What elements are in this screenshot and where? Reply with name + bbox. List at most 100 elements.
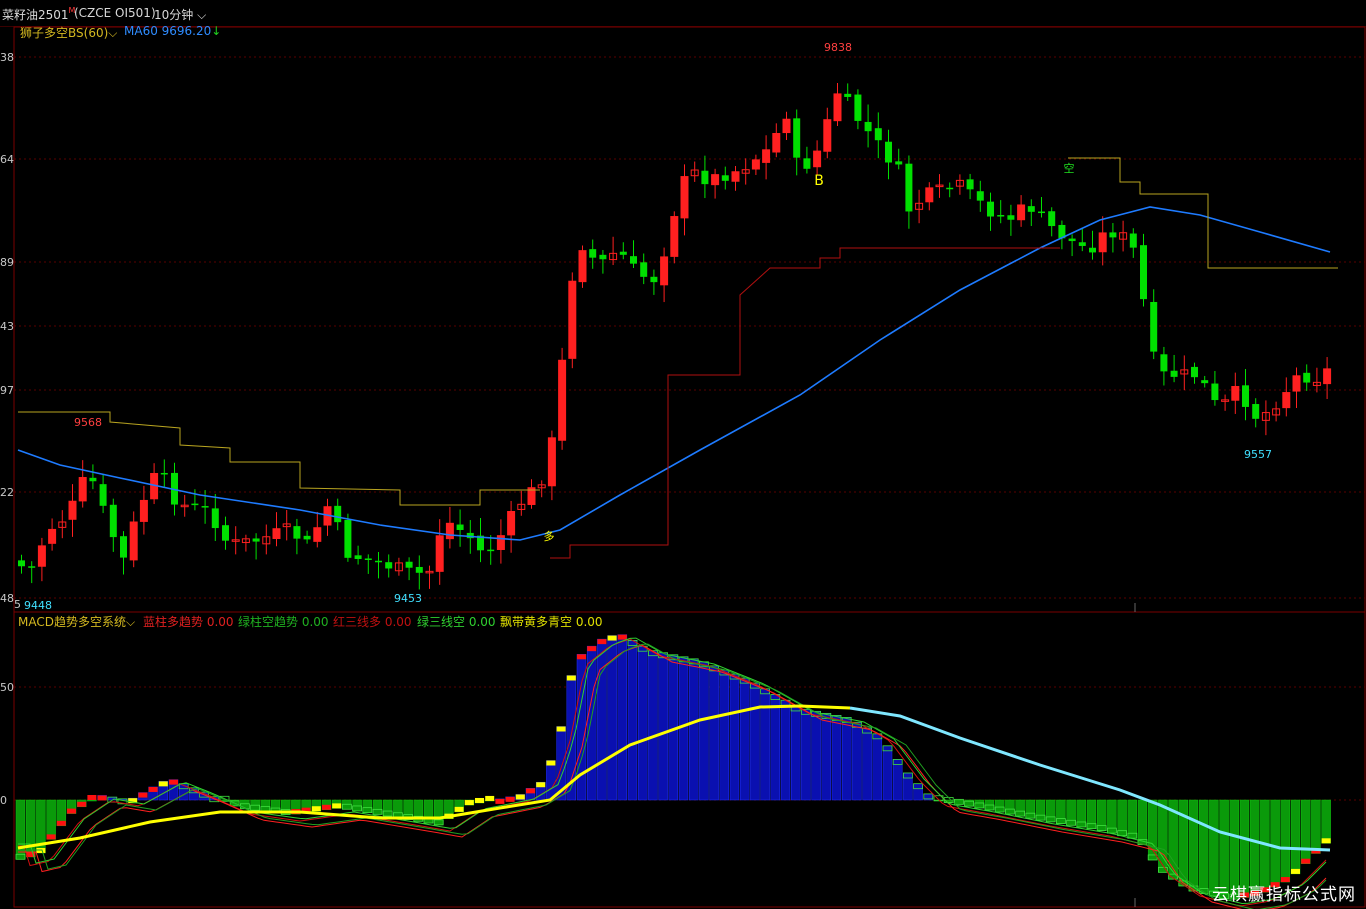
macd-bar [739, 677, 750, 801]
macd-bar [994, 799, 1005, 813]
candle-body [1089, 247, 1096, 253]
candle-body [823, 119, 832, 152]
macd-bar [1280, 799, 1291, 883]
macd-bar [882, 745, 893, 801]
candle-body [364, 558, 372, 560]
macd-bar [87, 799, 97, 802]
macd-bar [433, 799, 444, 826]
macd-bar [1096, 799, 1107, 831]
macd-bar [1270, 799, 1280, 888]
candle-body [120, 536, 127, 558]
macd-bar [821, 713, 832, 801]
candle-body [99, 484, 107, 506]
candle-body [435, 535, 444, 572]
macd-bar [1066, 799, 1076, 826]
macd-cap [536, 782, 546, 788]
stop-line-yellow [1068, 157, 1338, 269]
macd-cap [566, 675, 576, 681]
candle-body [1068, 238, 1076, 242]
long-signal-mark: 多 [544, 529, 555, 543]
candle-body [1191, 366, 1198, 378]
high-price-label: 9838 [824, 41, 852, 54]
candle-body [1017, 204, 1026, 221]
macd-cap [505, 796, 515, 802]
candle-body [793, 118, 801, 158]
macd-bar [382, 799, 393, 817]
candle-body [1027, 206, 1035, 212]
macd-bar [892, 759, 903, 801]
candle-body [1282, 392, 1291, 409]
kline-chart[interactable]: 38 64 89 43 97 22 48 50 0 5 9838 9568 9448 9453 9557 B 多… [0, 0, 1366, 909]
macd-item-green-bear: 绿柱空趋势 0.00 [238, 615, 329, 629]
candle-body [334, 505, 342, 523]
macd-cap [546, 760, 556, 766]
candle-body [139, 499, 148, 522]
macd-bar [729, 673, 740, 801]
macd-bar [862, 727, 872, 801]
candle-body [1160, 354, 1168, 372]
macd-cap [46, 834, 56, 840]
macd-cap [332, 803, 342, 809]
price-tick-label: 48 [0, 592, 14, 605]
macd-cap [495, 798, 505, 804]
candle-body [1252, 404, 1260, 419]
macd-bar [1056, 799, 1066, 824]
candle-body [874, 128, 882, 141]
candle-body [1231, 386, 1240, 401]
macd-item-green-three: 绿三线空 0.00 [417, 615, 496, 629]
left-high-label: 9568 [74, 416, 102, 429]
macd-bar [1005, 799, 1015, 815]
macd-cap [169, 779, 178, 785]
macd-bar [913, 783, 923, 801]
candle-body [354, 555, 362, 559]
candle-body [313, 527, 322, 542]
macd-bar [801, 709, 811, 801]
buy-signal-mark: B [814, 173, 824, 189]
macd-bar [260, 799, 271, 812]
macd-bar [25, 799, 36, 858]
candle-body [630, 256, 637, 264]
candle-body [721, 175, 729, 181]
candle-body [680, 176, 689, 219]
candle-body [1109, 232, 1117, 238]
macd-bar [1198, 799, 1209, 894]
macd-cap [617, 634, 627, 640]
candle-body [201, 506, 209, 508]
candle-body [1140, 245, 1147, 300]
candle-body [191, 503, 199, 506]
candle-body [864, 121, 872, 132]
macd-bar [699, 661, 709, 801]
macd-bar [627, 640, 638, 801]
candle-body [18, 560, 25, 567]
macd-bar [780, 699, 791, 801]
macd-cap [97, 795, 107, 801]
candle-body [997, 215, 1005, 217]
chevron-down-icon: ⌵ [108, 26, 118, 40]
candle-body [772, 132, 781, 153]
candle-body [547, 437, 556, 487]
candle-body [976, 191, 984, 201]
macd-bar [770, 694, 781, 801]
macd-cap [607, 635, 617, 641]
candle-body [946, 187, 954, 190]
candle-body [803, 158, 811, 169]
candle-body [1078, 242, 1086, 246]
macd-cap [148, 786, 158, 792]
macd-cap [67, 808, 76, 814]
macd-bar [811, 711, 821, 801]
candle-body [1129, 233, 1137, 248]
candle-body [844, 93, 852, 97]
candle-body [568, 280, 577, 359]
macd-bar [648, 650, 658, 801]
candle-body [1323, 368, 1332, 385]
price-tick-label: 43 [0, 320, 14, 333]
candle-body [1211, 383, 1219, 401]
candle-body [558, 359, 567, 441]
candle-body [445, 522, 454, 540]
macd-bar [1025, 799, 1036, 819]
lion-indicator-label[interactable]: 狮子多空BS(60)⌵ [20, 24, 117, 41]
macd-bar [1035, 799, 1046, 821]
macd-indicator-label[interactable]: MACD趋势多空系统⌵ [18, 613, 135, 630]
macd-bar [750, 682, 760, 801]
candle-body [599, 254, 607, 260]
